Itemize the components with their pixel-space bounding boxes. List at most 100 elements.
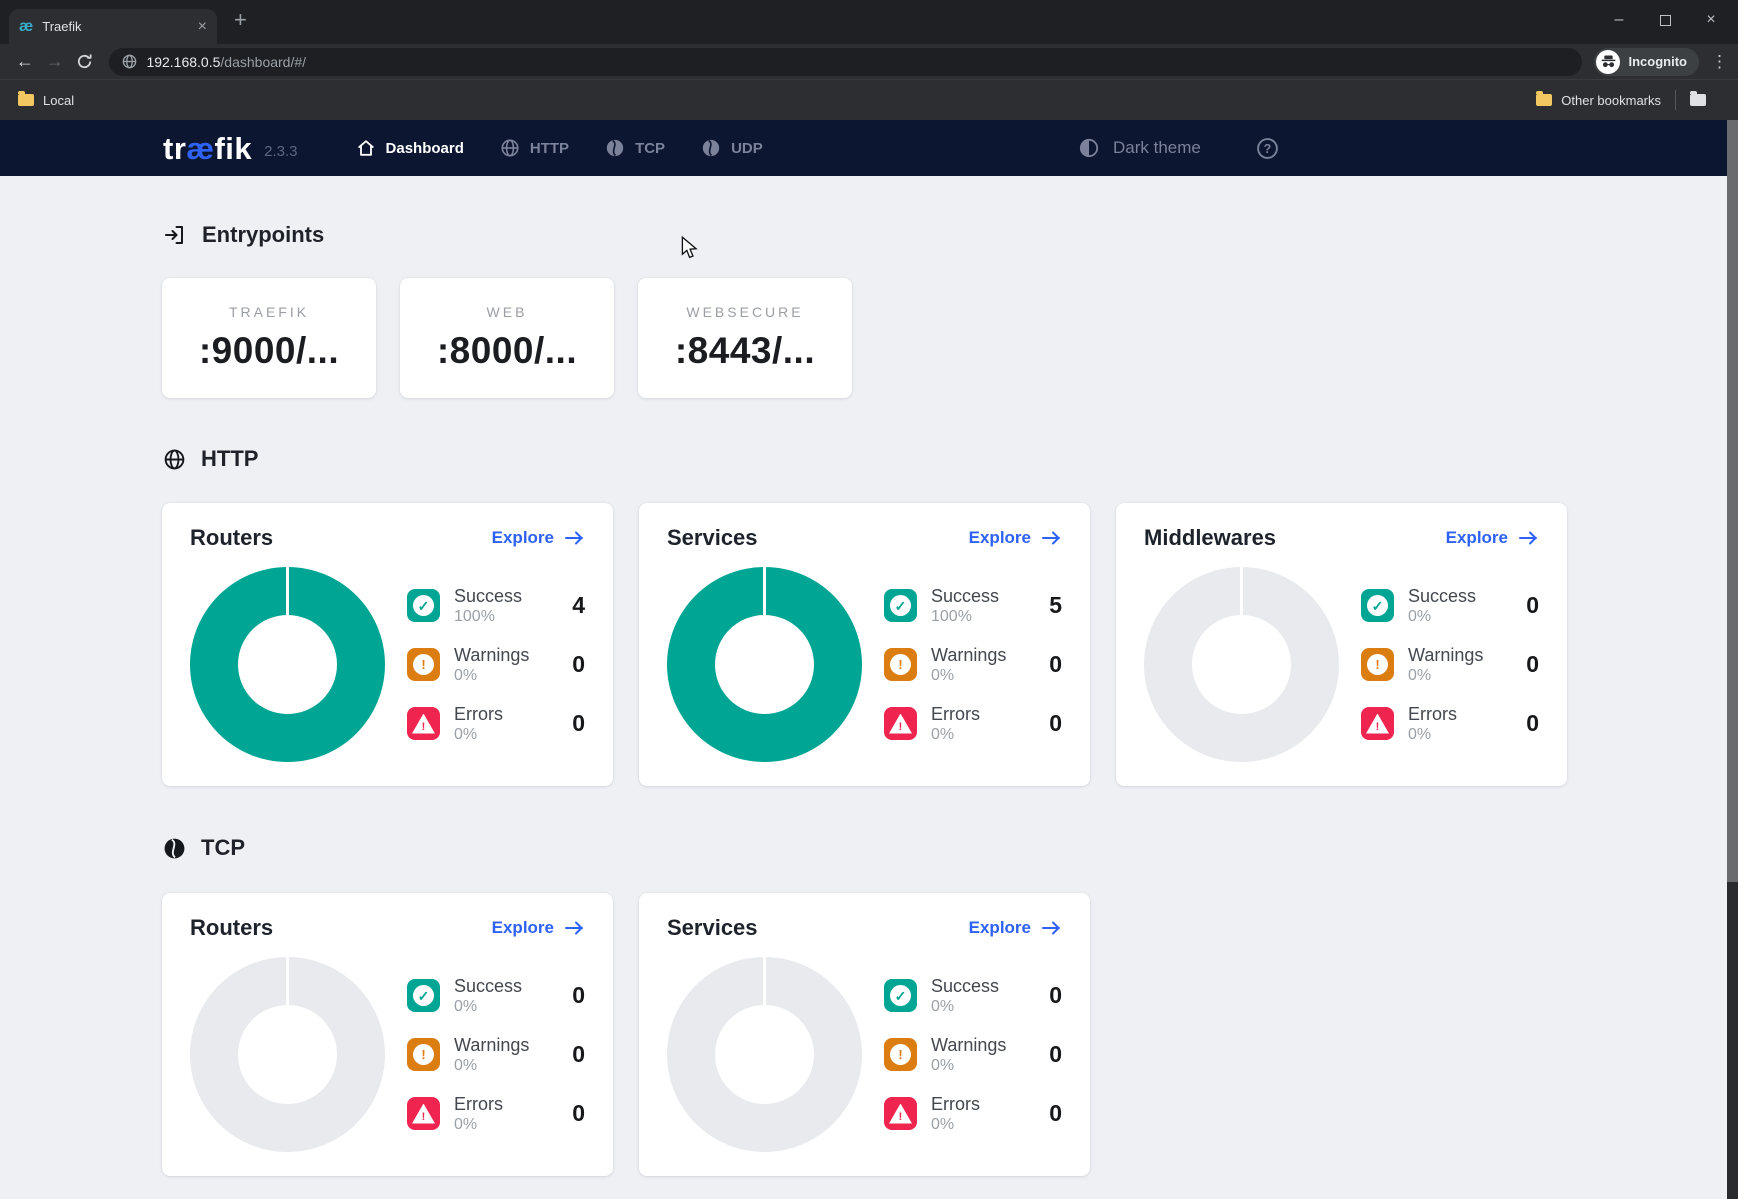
- legend-percent: 0%: [454, 666, 529, 685]
- warning-icon: !: [1361, 648, 1394, 681]
- bookmark-local[interactable]: Local: [18, 93, 74, 108]
- legend-value: 4: [572, 592, 585, 619]
- other-bookmarks-label: Other bookmarks: [1561, 93, 1661, 108]
- legend-row-success: ✓ Success100% 4: [407, 586, 585, 626]
- card-title: Middlewares: [1144, 525, 1276, 551]
- tcp-routers-card: Routers Explore ✓ Success0% 0: [162, 893, 613, 1176]
- entrypoint-port: :8443/...: [675, 330, 815, 372]
- other-bookmarks[interactable]: Other bookmarks: [1536, 93, 1661, 108]
- legend-percent: 0%: [454, 725, 503, 744]
- arrow-right-icon: [1041, 530, 1062, 546]
- tab-close-icon[interactable]: ×: [198, 19, 207, 35]
- browser-menu-icon[interactable]: ⋮: [1711, 52, 1728, 72]
- arrow-right-icon: [1518, 530, 1539, 546]
- http-section-heading: HTTP: [163, 446, 258, 472]
- legend-label: Errors: [1408, 704, 1457, 725]
- main-nav: Dashboard HTTP TCP UDP: [356, 138, 763, 158]
- folder-icon: [18, 94, 34, 106]
- arrow-right-icon: [1041, 920, 1062, 936]
- home-icon: [356, 138, 376, 158]
- legend-row-errors: ! Errors0% 0: [884, 1094, 1062, 1134]
- card-title: Routers: [190, 915, 273, 941]
- http-routers-card: Routers Explore ✓ Success100% 4: [162, 503, 613, 786]
- success-icon: ✓: [884, 589, 917, 622]
- entrypoint-card-traefik: TRAEFIK :9000/...: [162, 278, 376, 398]
- reload-icon[interactable]: [70, 53, 100, 70]
- new-tab-button[interactable]: +: [234, 7, 247, 33]
- window-close-button[interactable]: ×: [1688, 0, 1734, 40]
- legend-value: 0: [572, 710, 585, 737]
- entrypoint-port: :8000/...: [437, 330, 577, 372]
- entrypoints-icon: [163, 223, 187, 247]
- legend-percent: 0%: [931, 997, 999, 1016]
- svg-text:?: ?: [1264, 141, 1272, 155]
- legend-percent: 0%: [1408, 607, 1476, 626]
- legend-value: 0: [1526, 710, 1539, 737]
- theme-contrast-icon[interactable]: [1078, 137, 1100, 159]
- donut-chart: [1144, 567, 1339, 762]
- legend-value: 0: [572, 1100, 585, 1127]
- url-bar[interactable]: 192.168.0.5/dashboard/#/: [109, 48, 1582, 76]
- http-services-card: Services Explore ✓ Success100% 5: [639, 503, 1090, 786]
- window-maximize-button[interactable]: [1642, 0, 1688, 40]
- nav-tcp[interactable]: TCP: [605, 138, 665, 158]
- legend-label: Errors: [454, 704, 503, 725]
- divider: [1675, 90, 1676, 110]
- traefik-logo: træfik: [163, 133, 252, 164]
- url-path: /dashboard/#/: [220, 54, 306, 70]
- legend-percent: 100%: [931, 607, 999, 626]
- browser-tab[interactable]: æ Traefik ×: [9, 9, 217, 44]
- incognito-badge: Incognito: [1594, 48, 1699, 76]
- help-button[interactable]: ?: [1256, 137, 1279, 160]
- folder-icon: [1536, 94, 1552, 106]
- explore-label: Explore: [969, 918, 1031, 938]
- legend-value: 0: [572, 651, 585, 678]
- legend-value: 0: [572, 982, 585, 1009]
- legend-row-errors: ! Errors0% 0: [1361, 704, 1539, 744]
- explore-link[interactable]: Explore: [492, 528, 585, 548]
- success-icon: ✓: [407, 589, 440, 622]
- nav-http[interactable]: HTTP: [500, 138, 569, 158]
- legend-label: Errors: [454, 1094, 503, 1115]
- site-info-icon[interactable]: [122, 54, 137, 69]
- legend-label: Warnings: [931, 1035, 1006, 1056]
- reading-list-folder-icon[interactable]: [1690, 94, 1706, 106]
- explore-link[interactable]: Explore: [492, 918, 585, 938]
- explore-label: Explore: [1446, 528, 1508, 548]
- incognito-icon: [1596, 50, 1620, 74]
- donut-chart: [667, 567, 862, 762]
- legend-percent: 0%: [1408, 666, 1483, 685]
- entrypoint-name: TRAEFIK: [229, 304, 309, 320]
- scrollbar-thumb[interactable]: [1727, 120, 1738, 882]
- legend-label: Success: [1408, 586, 1476, 607]
- dashboard-content: Entrypoints TRAEFIK :9000/... WEB :8000/…: [0, 176, 1727, 1199]
- legend-row-warnings: ! Warnings0% 0: [884, 1035, 1062, 1075]
- arrow-right-icon: [564, 530, 585, 546]
- success-icon: ✓: [884, 979, 917, 1012]
- globe-icon: [500, 138, 520, 158]
- forward-icon[interactable]: →: [40, 51, 70, 72]
- browser-toolbar: ← → 192.168.0.5/dashboard/#/ Incognit: [0, 44, 1738, 79]
- legend-label: Warnings: [454, 1035, 529, 1056]
- legend-label: Success: [931, 586, 999, 607]
- back-icon[interactable]: ←: [10, 51, 40, 72]
- dark-theme-label[interactable]: Dark theme: [1113, 138, 1201, 158]
- legend-row-errors: ! Errors0% 0: [407, 1094, 585, 1134]
- browser-window: æ Traefik × + – × ← → 192.168.0.5/dashbo…: [0, 0, 1738, 1199]
- donut-chart: [190, 567, 385, 762]
- tcp-icon: [163, 837, 186, 860]
- nav-dashboard[interactable]: Dashboard: [356, 138, 464, 158]
- entrypoints-heading: Entrypoints: [163, 222, 324, 248]
- tcp-section-heading: TCP: [163, 835, 245, 861]
- legend-label: Warnings: [931, 645, 1006, 666]
- legend-value: 0: [1049, 982, 1062, 1009]
- window-minimize-button[interactable]: –: [1596, 0, 1642, 40]
- bookmarks-bar: Local Other bookmarks: [0, 79, 1738, 120]
- card-title: Routers: [190, 525, 273, 551]
- nav-udp[interactable]: UDP: [701, 138, 763, 158]
- legend-percent: 0%: [454, 997, 522, 1016]
- explore-link[interactable]: Explore: [1446, 528, 1539, 548]
- explore-link[interactable]: Explore: [969, 528, 1062, 548]
- explore-link[interactable]: Explore: [969, 918, 1062, 938]
- legend-label: Success: [931, 976, 999, 997]
